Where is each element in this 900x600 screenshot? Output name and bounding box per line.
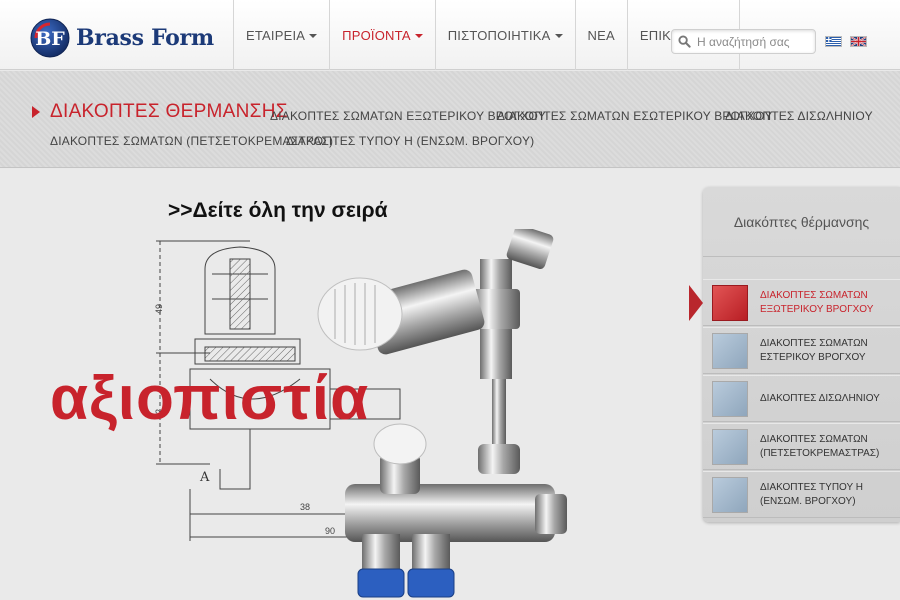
dimension-49: 49: [154, 304, 164, 314]
search-input[interactable]: [697, 34, 812, 49]
nav-company[interactable]: ΕΤΑΙΡΕΙΑ: [233, 0, 329, 70]
brass-form-logo-icon: BF: [30, 18, 70, 58]
category-subnav: ΔΙΑΚΟΠΤΕΣ ΘΕΡΜΑΝΣΗΣ ΔΙΑΚΟΠΤΕΣ ΣΩΜΑΤΩΝ ΕΞ…: [0, 71, 900, 168]
uk-flag-icon[interactable]: [850, 36, 867, 47]
chevron-down-icon: [309, 34, 318, 38]
active-item-pointer-icon: [689, 285, 703, 321]
sidebar-title: Διακόπτες θέρμανσης: [703, 187, 900, 257]
product-thumbnail: [712, 476, 748, 513]
nav-news[interactable]: ΝΕΑ: [574, 0, 627, 70]
main-nav: ΕΤΑΙΡΕΙΑ ΠΡΟΪΟΝΤΑ ΠΙΣΤΟΠΟΙΗΤΙΚΑ ΝΕΑ ΕΠΙΚ…: [233, 0, 740, 70]
sidebar-item-towel-rail[interactable]: ΔΙΑΚΟΠΤΕΣ ΣΩΜΑΤΩΝ (ΠΕΤΣΕΤΟΚΡΕΜΑΣΤΡΑΣ): [703, 423, 900, 470]
greek-flag-icon[interactable]: [825, 36, 842, 47]
lower-nut: [478, 444, 520, 474]
category-title[interactable]: ΔΙΑΚΟΠΤΕΣ ΘΕΡΜΑΝΣΗΣ: [32, 101, 288, 123]
logo-text: Brass Form: [76, 25, 214, 51]
chevron-down-icon: [554, 34, 563, 38]
product-thumbnail: [712, 380, 748, 417]
product-thumbnail: [712, 428, 748, 465]
nav-products[interactable]: ΠΡΟΪΟΝΤΑ: [329, 0, 435, 70]
dimension-a: A: [199, 470, 210, 485]
chevron-down-icon: [414, 34, 423, 38]
site-header: BF Brass Form ΕΤΑΙΡΕΙΑ ΠΡΟΪΟΝΤΑ ΠΙΣΤΟΠΟΙ…: [0, 0, 900, 70]
search-icon[interactable]: [678, 35, 691, 48]
blue-cap-right: [407, 568, 455, 598]
lower-valve-outlet: [535, 494, 567, 534]
sidebar-item-two-pipe[interactable]: ΔΙΑΚΟΠΤΕΣ ΔΙΣΩΛΗΝΙΟΥ: [703, 375, 900, 422]
dimension-38: 38: [300, 502, 310, 512]
sidebar-item-h-type[interactable]: ΔΙΑΚΟΠΤΕΣ ΤΥΠΟΥ Η (ΕΝΣΩΜ. ΒΡΟΓΧΟΥ): [703, 471, 900, 518]
triangle-right-icon: [32, 106, 40, 118]
subnav-link-h-type[interactable]: ΔΙΑΚΟΠΤΕΣ ΤΥΠΟΥ Η (ΕΝΣΩΜ. ΒΡΟΓΧΟΥ): [286, 134, 534, 148]
lower-valve-body: [345, 484, 555, 542]
product-thumbnail: [712, 284, 748, 321]
brand-logo[interactable]: BF Brass Form: [30, 18, 214, 58]
sidebar-item-internal-loop[interactable]: ΔΙΑΚΟΠΤΕΣ ΣΩΜΑΤΩΝ ΕΣΤΕΡΙΚΟΥ ΒΡΟΓΧΟΥ: [703, 327, 900, 374]
nav-certificates[interactable]: ΠΙΣΤΟΠΟΙΗΤΙΚΑ: [434, 0, 575, 70]
dimension-90: 90: [325, 526, 335, 536]
subnav-link-two-pipe[interactable]: ΔΙΑΚΟΠΤΕΣ ΔΙΣΩΛΗΝΙΟΥ: [725, 109, 873, 123]
svg-text:BF: BF: [35, 28, 65, 50]
reliability-slogan: αξιοπιστία: [50, 364, 370, 433]
blue-cap-left: [357, 568, 405, 598]
sidebar-item-external-loop[interactable]: ΔΙΑΚΟΠΤΕΣ ΣΩΜΑΤΩΝ ΕΞΩΤΕΡΙΚΟΥ ΒΡΟΓΧΟΥ: [703, 279, 900, 326]
product-thumbnail: [712, 332, 748, 369]
see-full-range-link[interactable]: >>Δείτε όλη την σειρά: [168, 199, 388, 223]
category-sidebar: Διακόπτες θέρμανσης ΔΙΑΚΟΠΤΕΣ ΣΩΜΑΤΩΝ ΕΞ…: [703, 187, 900, 522]
pipe-elbow: [506, 229, 554, 269]
thermostatic-head: [317, 277, 403, 351]
search-box: [671, 29, 816, 54]
lower-valve-knob: [373, 423, 427, 465]
